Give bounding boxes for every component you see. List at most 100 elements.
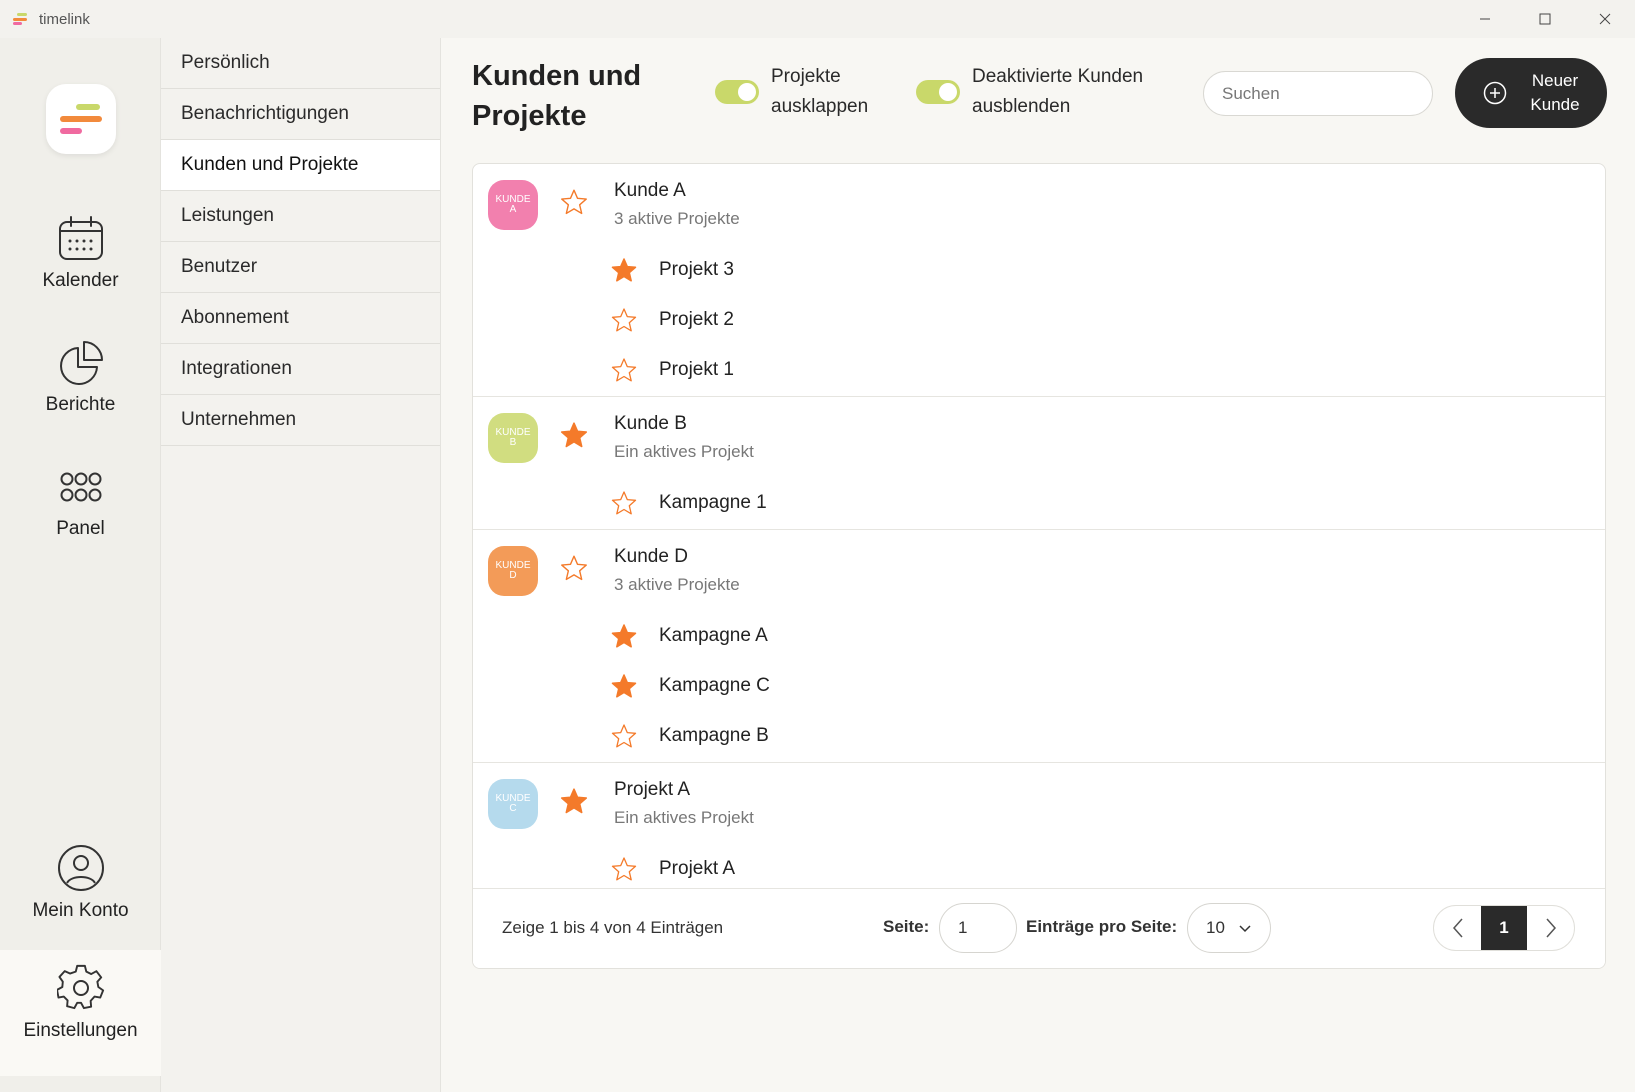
customer-header[interactable]: KUNDE D Kunde D 3 aktive Projekte: [473, 530, 1605, 612]
customer-project-count: Ein aktives Projekt: [614, 808, 754, 827]
project-favorite-star-icon[interactable]: [609, 306, 639, 336]
customer-favorite-star-icon[interactable]: [558, 553, 590, 585]
next-page-button[interactable]: [1527, 906, 1574, 950]
customer-favorite-star-icon[interactable]: [558, 786, 590, 818]
customer-name: Projekt A: [614, 779, 691, 800]
nav-berichte-label: Berichte: [45, 394, 116, 415]
project-favorite-star-icon[interactable]: [609, 855, 639, 885]
submenu-benutzer[interactable]: Benutzer: [161, 242, 440, 293]
plus-circle-icon: [1483, 81, 1507, 105]
nav-panel[interactable]: Panel: [0, 464, 161, 540]
customer-avatar: KUNDE D: [488, 546, 538, 596]
previous-page-button[interactable]: [1434, 906, 1481, 950]
submenu-leistungen[interactable]: Leistungen: [161, 191, 440, 242]
new-customer-label: Neuer Kunde: [1530, 71, 1580, 114]
customer-project-count: 3 aktive Projekte: [614, 209, 740, 228]
project-row[interactable]: Kampagne A: [473, 612, 1605, 662]
gear-icon: [56, 964, 104, 1010]
toggle-projekte-ausklappen-label: Projekte ausklappen: [771, 66, 869, 117]
customer-favorite-star-icon[interactable]: [558, 420, 590, 452]
submenu-abonnement[interactable]: Abonnement: [161, 293, 440, 344]
customer-list: KUNDE A Kunde A 3 aktive Projekte Projekt 3…: [473, 164, 1605, 896]
customer-avatar: KUNDE B: [488, 413, 538, 463]
chevron-left-icon: [1452, 918, 1463, 938]
customer-row: KUNDE D Kunde D 3 aktive Projekte Kampagne …: [473, 530, 1605, 763]
customer-header[interactable]: KUNDE B Kunde B Ein aktives Projekt: [473, 397, 1605, 479]
window-title: timelink: [39, 10, 90, 28]
pager: 1: [1433, 905, 1575, 951]
project-favorite-star-icon[interactable]: [609, 356, 639, 386]
pie-chart-icon: [59, 341, 103, 385]
project-favorite-star-icon[interactable]: [609, 622, 639, 652]
customer-row: KUNDE B Kunde B Ein aktives Projekt Kampagn…: [473, 397, 1605, 530]
window-controls: [1455, 0, 1635, 38]
project-row[interactable]: Projekt 3: [473, 246, 1605, 296]
search-input[interactable]: [1203, 71, 1433, 116]
submenu-kunden-und-projekte[interactable]: Kunden und Projekte: [161, 140, 440, 191]
project-row[interactable]: Kampagne 1: [473, 479, 1605, 529]
customer-project-count: Ein aktives Projekt: [614, 442, 754, 461]
toggle-projekte-ausklappen[interactable]: [715, 80, 759, 104]
project-row[interactable]: Kampagne C: [473, 662, 1605, 712]
new-customer-button[interactable]: Neuer Kunde: [1455, 58, 1607, 128]
calendar-icon: [58, 216, 103, 260]
nav-einstellungen-label: Einstellungen: [23, 1020, 138, 1041]
project-name: Projekt 2: [659, 309, 734, 330]
customer-header[interactable]: KUNDE A Kunde A 3 aktive Projekte: [473, 164, 1605, 246]
timelink-logo-icon[interactable]: [46, 84, 116, 154]
nav-einstellungen[interactable]: Einstellungen: [0, 964, 161, 1042]
per-page-value: 10: [1206, 918, 1225, 937]
project-favorite-star-icon[interactable]: [609, 672, 639, 702]
customer-row: KUNDE C Projekt A Ein aktives Projekt Proje…: [473, 763, 1605, 896]
customer-name: Kunde A: [614, 180, 686, 201]
customer-project-count: 3 aktive Projekte: [614, 575, 740, 594]
project-name: Projekt 1: [659, 359, 734, 380]
submenu-benachrichtigungen[interactable]: Benachrichtigungen: [161, 89, 440, 140]
project-row[interactable]: Projekt 1: [473, 346, 1605, 396]
entries-info: Zeige 1 bis 4 von 4 Einträgen: [502, 918, 724, 937]
customer-name: Kunde B: [614, 413, 687, 434]
main-content: Kunden und Projekte Projekte ausklappen …: [441, 38, 1635, 1092]
pagination-footer: Zeige 1 bis 4 von 4 Einträgen Seite: Ein…: [473, 888, 1605, 968]
project-favorite-star-icon[interactable]: [609, 722, 639, 752]
nav-mein-konto[interactable]: Mein Konto: [0, 844, 161, 922]
page-title: Kunden und Projekte: [472, 60, 642, 132]
user-circle-icon: [57, 845, 104, 891]
maximize-button[interactable]: [1515, 0, 1575, 38]
project-row[interactable]: Kampagne B: [473, 712, 1605, 762]
customer-avatar: KUNDE C: [488, 779, 538, 829]
customer-header[interactable]: KUNDE C Projekt A Ein aktives Projekt: [473, 763, 1605, 845]
minimize-icon: [1480, 18, 1490, 20]
per-page-select[interactable]: 10: [1187, 903, 1271, 953]
customer-row: KUNDE A Kunde A 3 aktive Projekte Projekt 3…: [473, 164, 1605, 397]
page-label: Seite:: [883, 917, 930, 936]
project-favorite-star-icon[interactable]: [609, 256, 639, 286]
per-page-label: Einträge pro Seite:: [1026, 917, 1178, 936]
grid-icon: [60, 472, 101, 502]
toggle-deaktivierte-kunden-group: Deaktivierte Kunden ausblenden: [916, 62, 1162, 122]
nav-berichte[interactable]: Berichte: [0, 340, 161, 416]
close-button[interactable]: [1575, 0, 1635, 38]
project-name: Projekt 3: [659, 259, 734, 280]
submenu-persoenlich[interactable]: Persönlich: [161, 38, 440, 89]
chevron-right-icon: [1545, 918, 1556, 938]
nav-kalender[interactable]: Kalender: [0, 216, 161, 292]
project-name: Kampagne 1: [659, 492, 767, 513]
toggle-deaktivierte-kunden-label: Deaktivierte Kunden ausblenden: [972, 66, 1144, 117]
project-row[interactable]: Projekt 2: [473, 296, 1605, 346]
customer-avatar: KUNDE A: [488, 180, 538, 230]
submenu-integrationen[interactable]: Integrationen: [161, 344, 440, 395]
toggle-projekte-ausklappen-group: Projekte ausklappen: [715, 62, 881, 122]
nav-mein-konto-label: Mein Konto: [32, 900, 129, 921]
customer-favorite-star-icon[interactable]: [558, 187, 590, 219]
toggle-deaktivierte-kunden[interactable]: [916, 80, 960, 104]
submenu-unternehmen[interactable]: Unternehmen: [161, 395, 440, 446]
nav-kalender-label: Kalender: [42, 270, 119, 291]
project-favorite-star-icon[interactable]: [609, 489, 639, 519]
close-icon: [1599, 13, 1611, 25]
page-input[interactable]: [939, 903, 1017, 953]
current-page-button[interactable]: 1: [1481, 906, 1527, 950]
minimize-button[interactable]: [1455, 0, 1515, 38]
main-navigation-rail: Kalender Berichte Panel Mein Konto Einst…: [0, 38, 161, 1092]
nav-panel-label: Panel: [56, 518, 105, 539]
